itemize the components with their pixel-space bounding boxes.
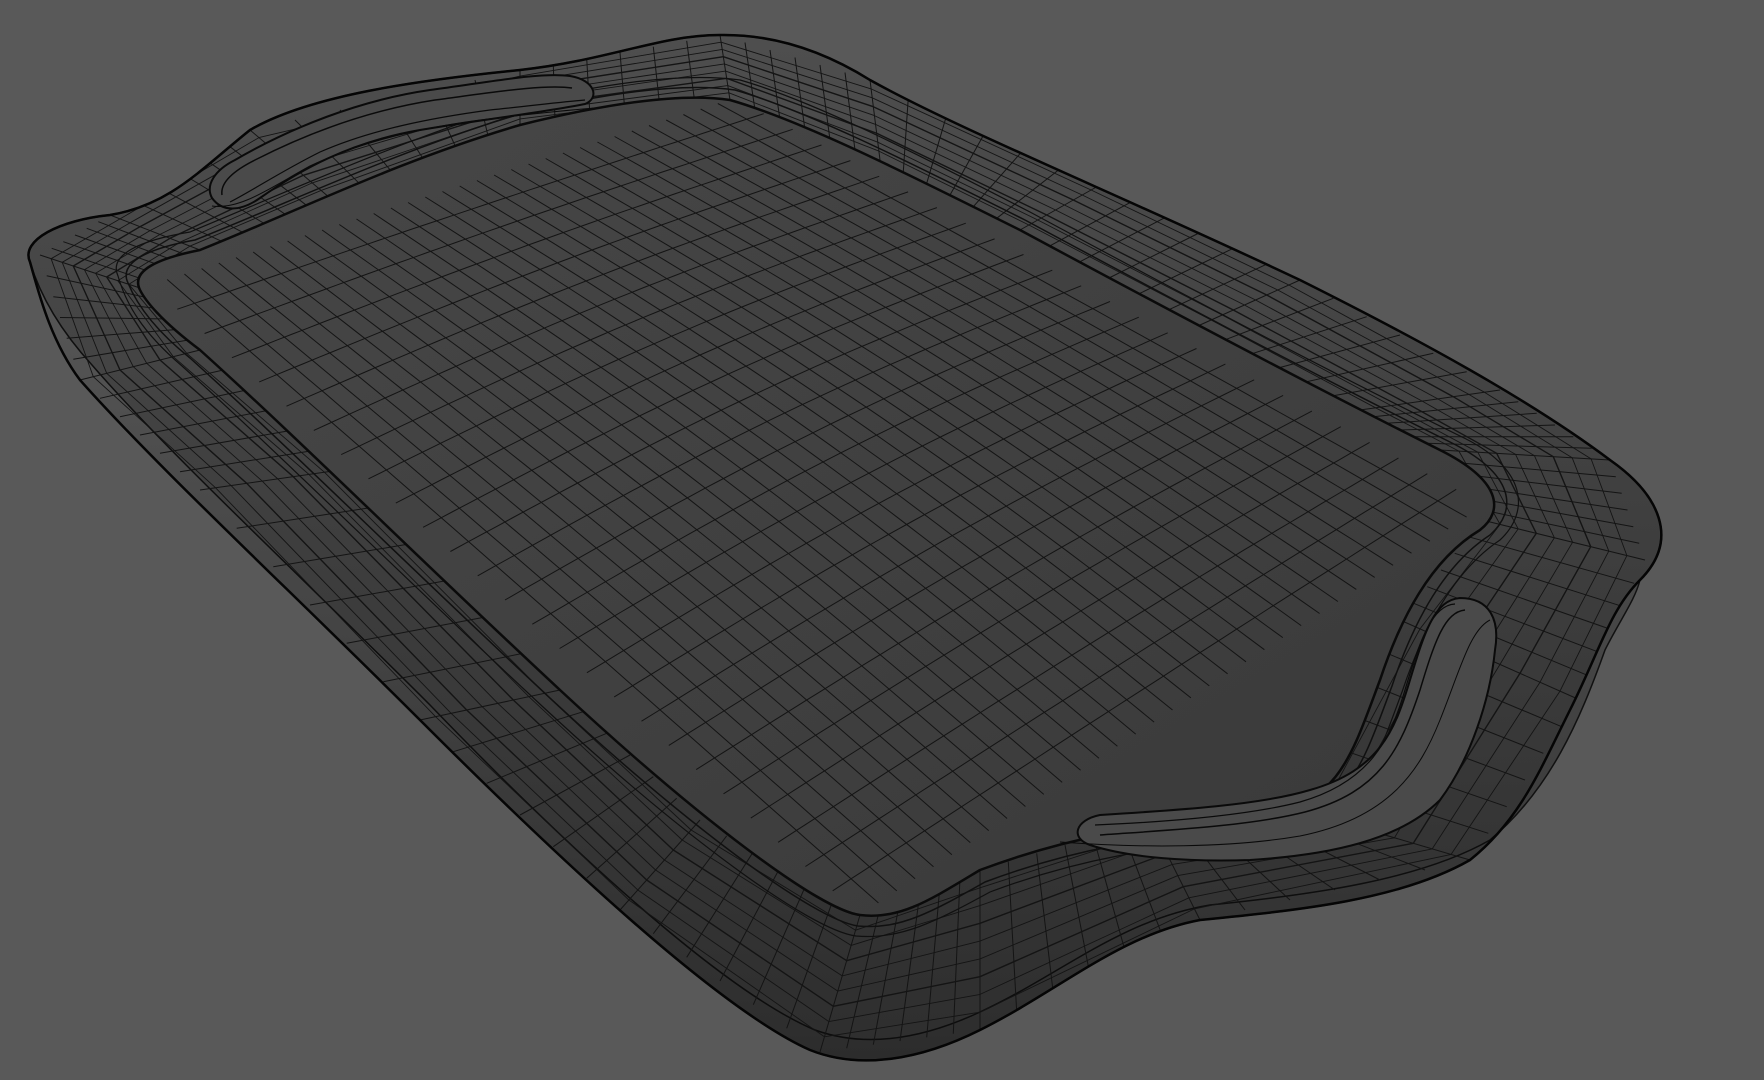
3d-viewport[interactable] [0, 0, 1764, 1080]
tray-model-render[interactable] [0, 0, 1764, 1080]
